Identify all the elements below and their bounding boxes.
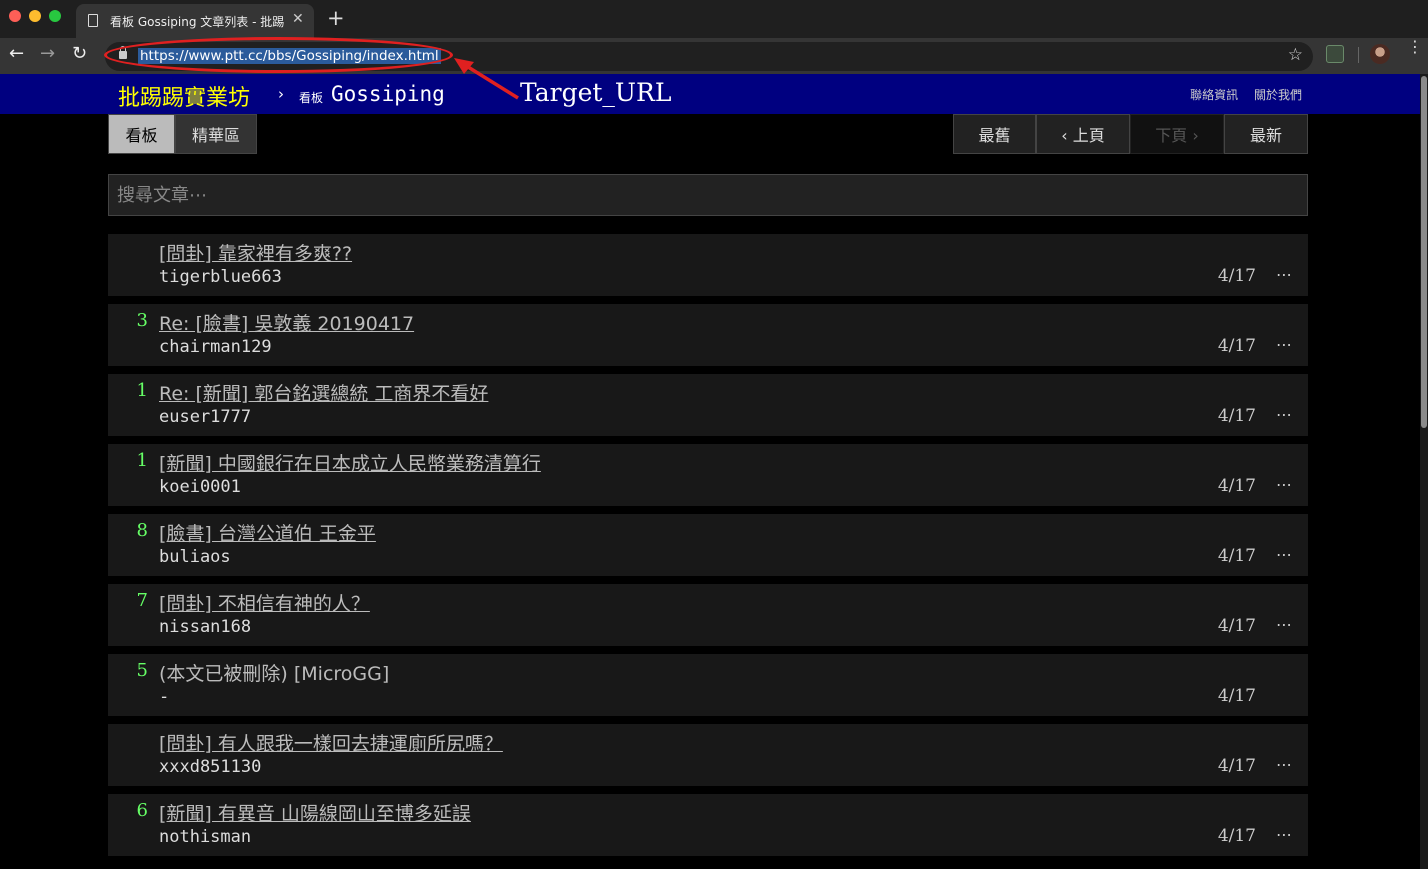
article-title-link[interactable]: [新聞] 中國銀行在日本成立人民幣業務清算行 [159, 449, 541, 476]
list-item: 1 Re: [新聞] 郭台銘選總統 工商界不看好 euser1777 4/17 ⋯ [108, 374, 1308, 436]
more-options-icon[interactable]: ⋯ [1276, 615, 1293, 634]
previous-page-button[interactable]: ‹ 上頁 [1036, 114, 1130, 154]
push-count: 5 [136, 660, 148, 681]
article-title-link[interactable]: [新聞] 有異音 山陽線岡山至博多延誤 [159, 799, 471, 826]
tab-close-icon[interactable]: ✕ [292, 11, 304, 27]
digest-tab-button[interactable]: 精華區 [175, 114, 257, 154]
list-item: [問卦] 靠家裡有多爽?? tigerblue663 4/17 ⋯ [108, 234, 1308, 296]
article-date: 4/17 [1217, 616, 1256, 636]
push-count: 8 [136, 520, 148, 541]
list-item: 7 [問卦] 不相信有神的人？ nissan168 4/17 ⋯ [108, 584, 1308, 646]
breadcrumb-separator: › [278, 85, 284, 103]
bookmark-star-icon[interactable]: ☆ [1288, 45, 1303, 65]
about-link[interactable]: 關於我們 [1254, 88, 1302, 102]
more-options-icon[interactable]: ⋯ [1276, 475, 1293, 494]
push-count: 6 [136, 800, 148, 821]
article-title-link[interactable]: Re: [新聞] 郭台銘選總統 工商界不看好 [159, 379, 488, 406]
list-item: 1 [新聞] 中國銀行在日本成立人民幣業務清算行 koei0001 4/17 ⋯ [108, 444, 1308, 506]
site-header: 批踢踢實業坊 › 看板 Gossiping 聯絡資訊 關於我們 [0, 74, 1420, 114]
board-label: 看板 [299, 91, 324, 105]
article-author: tigerblue663 [159, 267, 282, 287]
reload-button[interactable]: ↻ [72, 43, 87, 64]
article-author: chairman129 [159, 337, 272, 357]
latest-page-button[interactable]: 最新 [1224, 114, 1308, 154]
article-title-link[interactable]: [問卦] 靠家裡有多爽?? [159, 239, 352, 266]
more-options-icon[interactable]: ⋯ [1276, 755, 1293, 774]
article-date: 4/17 [1217, 336, 1256, 356]
minimize-window-button[interactable] [29, 10, 41, 22]
more-options-icon[interactable]: ⋯ [1276, 335, 1293, 354]
article-date: 4/17 [1217, 756, 1256, 776]
annotation-ellipse [104, 37, 453, 73]
browser-tab-bar: 看板 Gossiping 文章列表 - 批踢 ✕ + [0, 0, 1428, 38]
list-item: [問卦] 有人跟我一樣回去捷運廁所尻嗎？ xxxd851130 4/17 ⋯ [108, 724, 1308, 786]
next-page-button: 下頁 › [1130, 114, 1224, 154]
document-icon [88, 14, 98, 27]
article-date: 4/17 [1217, 476, 1256, 496]
toolbar-divider [1358, 47, 1359, 63]
site-logo-link[interactable]: 批踢踢實業坊 [118, 80, 250, 112]
contact-link[interactable]: 聯絡資訊 [1190, 88, 1238, 102]
tab-title: 看板 Gossiping 文章列表 - 批踢 [110, 15, 284, 29]
annotation-arrow [454, 58, 519, 100]
article-date: 4/17 [1217, 546, 1256, 566]
browser-menu-icon[interactable]: ⋮ [1407, 39, 1423, 55]
article-date: 4/17 [1217, 826, 1256, 846]
article-author: xxxd851130 [159, 757, 262, 777]
push-count: 1 [136, 380, 148, 401]
annotation-label: Target_URL [520, 78, 672, 107]
search-input[interactable] [108, 174, 1308, 216]
article-author: buliaos [159, 547, 231, 567]
article-author: - [159, 687, 170, 707]
article-title-link[interactable]: [問卦] 不相信有神的人？ [159, 589, 370, 616]
list-item: 8 [臉書] 台灣公道伯 王金平 buliaos 4/17 ⋯ [108, 514, 1308, 576]
back-button[interactable]: ← [9, 43, 24, 64]
header-links: 聯絡資訊 關於我們 [1178, 86, 1302, 103]
forward-button[interactable]: → [40, 43, 55, 64]
board-tab-button[interactable]: 看板 [108, 114, 175, 154]
article-title-link: (本文已被刪除) [MicroGG] [159, 663, 390, 685]
article-date: 4/17 [1217, 406, 1256, 426]
article-title-link[interactable]: [問卦] 有人跟我一樣回去捷運廁所尻嗎？ [159, 729, 503, 756]
close-window-button[interactable] [9, 10, 21, 22]
article-date: 4/17 [1217, 686, 1256, 706]
oldest-page-button[interactable]: 最舊 [953, 114, 1036, 154]
article-author: koei0001 [159, 477, 241, 497]
article-list: [問卦] 靠家裡有多爽?? tigerblue663 4/17 ⋯ 3 Re: [臉書] … [108, 234, 1308, 864]
push-count: 3 [136, 310, 148, 331]
article-title-link[interactable]: Re: [臉書] 吳敦義 20190417 [159, 309, 414, 336]
more-options-icon[interactable]: ⋯ [1276, 825, 1293, 844]
extension-icon[interactable] [1326, 45, 1344, 63]
maximize-window-button[interactable] [49, 10, 61, 22]
article-title-link[interactable]: [臉書] 台灣公道伯 王金平 [159, 519, 376, 546]
board-name-link[interactable]: Gossiping [331, 82, 445, 106]
article-author: nothisman [159, 827, 252, 847]
scrollbar-thumb[interactable] [1421, 76, 1427, 428]
more-options-icon[interactable]: ⋯ [1276, 265, 1293, 284]
push-count: 1 [136, 450, 148, 471]
browser-tab[interactable]: 看板 Gossiping 文章列表 - 批踢 ✕ [76, 4, 314, 38]
list-item: 3 Re: [臉書] 吳敦義 20190417 chairman129 4/17 ⋯ [108, 304, 1308, 366]
article-date: 4/17 [1217, 266, 1256, 286]
more-options-icon[interactable]: ⋯ [1276, 545, 1293, 564]
article-author: euser1777 [159, 407, 252, 427]
profile-avatar[interactable] [1370, 44, 1390, 64]
push-count: 7 [136, 590, 148, 611]
list-item: 5 (本文已被刪除) [MicroGG] - 4/17 [108, 654, 1308, 716]
list-item: 6 [新聞] 有異音 山陽線岡山至博多延誤 nothisman 4/17 ⋯ [108, 794, 1308, 856]
more-options-icon[interactable]: ⋯ [1276, 405, 1293, 424]
new-tab-button[interactable]: + [327, 6, 345, 30]
article-author: nissan168 [159, 617, 252, 637]
